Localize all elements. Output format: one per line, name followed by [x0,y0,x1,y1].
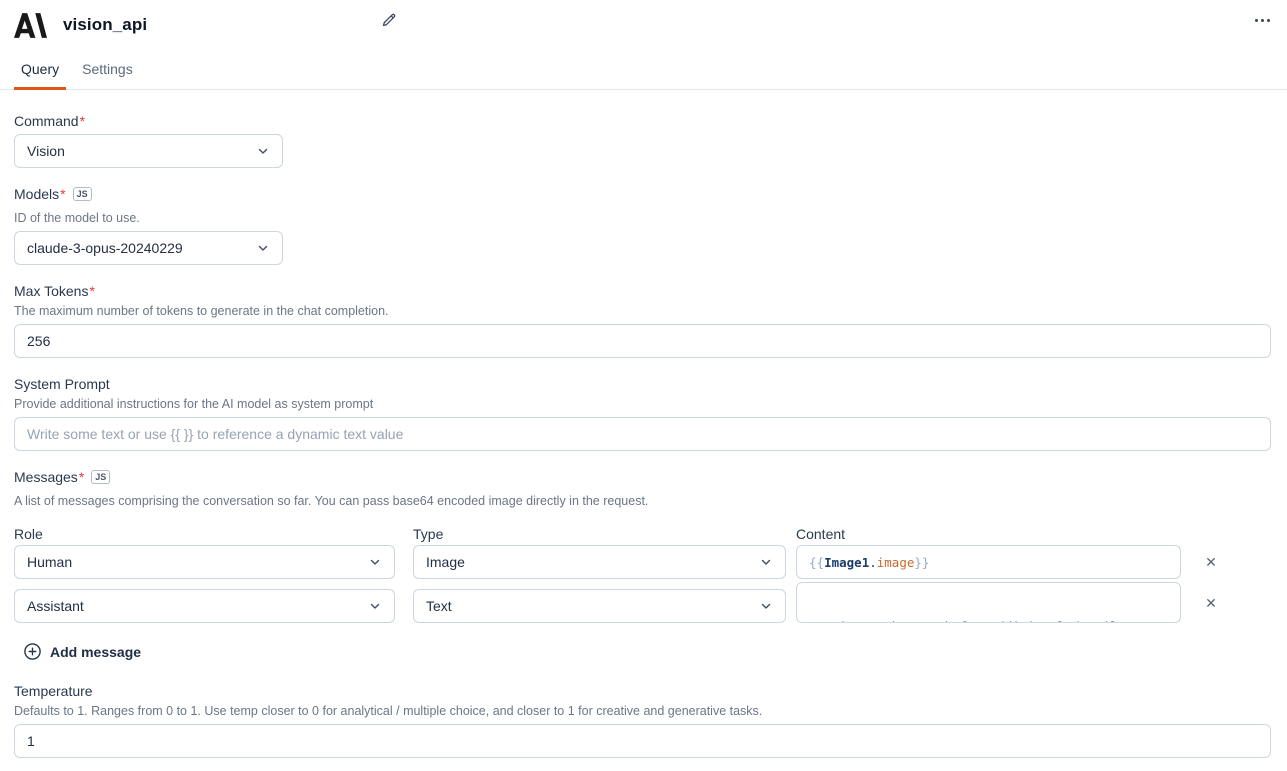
binding-open-brace: {{ [809,555,824,570]
models-label: Models* JS [14,185,1271,203]
message-content-input[interactable]: mentions a bug, ask for additional detai… [796,582,1181,623]
tab-query[interactable]: Query [14,56,66,89]
add-message-button[interactable]: Add message [24,643,141,660]
command-select[interactable]: Vision [14,134,283,168]
edit-title-button[interactable] [379,10,398,29]
page-title: vision_api [63,15,147,35]
message-row: Human Image {{Image1.image}} ✕ [14,545,1271,579]
models-help: ID of the model to use. [14,210,1271,226]
temperature-help: Defaults to 1. Ranges from 0 to 1. Use t… [14,703,1271,719]
chevron-down-icon [368,599,382,613]
messages-column-headers: Role Type Content [14,525,1271,543]
column-header-role: Role [14,525,395,543]
binding-dot: . [869,555,877,570]
chevron-down-icon [256,241,270,255]
chevron-down-icon [368,555,382,569]
system-prompt-input[interactable] [14,417,1271,451]
column-header-content: Content [796,525,1181,543]
message-type-select[interactable]: Image [413,545,786,579]
content-line: mentions a bug, ask for additional detai… [809,617,1168,623]
max-tokens-label: Max Tokens* [14,282,1271,300]
message-role-select[interactable]: Human [14,545,395,579]
remove-message-button[interactable]: ✕ [1203,594,1219,612]
column-header-type: Type [413,525,786,543]
message-role-value: Assistant [27,598,84,614]
binding-property: image [877,555,915,570]
js-toggle-badge[interactable]: JS [73,187,92,201]
command-label: Command* [14,112,1271,130]
remove-message-button[interactable]: ✕ [1203,553,1219,571]
tab-settings[interactable]: Settings [75,56,140,89]
message-type-select[interactable]: Text [413,589,786,623]
models-select-value: claude-3-opus-20240229 [27,240,183,256]
max-tokens-help: The maximum number of tokens to generate… [14,303,1271,319]
app-header: vision_api [0,0,1287,44]
models-select[interactable]: claude-3-opus-20240229 [14,231,283,265]
tab-bar: Query Settings [0,56,1287,90]
chevron-down-icon [759,555,773,569]
required-marker: * [60,185,65,203]
ellipsis-icon [1255,19,1258,22]
anthropic-logo [14,12,47,39]
chevron-down-icon [759,599,773,613]
message-type-value: Image [426,554,465,570]
plus-circle-icon [24,643,41,660]
js-toggle-badge[interactable]: JS [91,470,110,484]
required-marker: * [89,282,94,300]
temperature-label: Temperature [14,682,1271,700]
more-options-button[interactable] [1252,11,1272,29]
message-content-input[interactable]: {{Image1.image}} [796,545,1181,579]
binding-entity: Image1 [824,555,869,570]
message-role-value: Human [27,554,72,570]
command-select-value: Vision [27,143,65,159]
required-marker: * [80,112,85,130]
system-prompt-label: System Prompt [14,375,1271,393]
binding-close-brace: }} [914,555,929,570]
max-tokens-input[interactable] [14,324,1271,358]
add-message-label: Add message [50,644,141,660]
required-marker: * [79,468,84,486]
message-role-select[interactable]: Assistant [14,589,395,623]
message-type-value: Text [426,598,452,614]
system-prompt-help: Provide additional instructions for the … [14,396,1271,412]
message-row: Assistant Text mentions a bug, ask for a… [14,582,1271,623]
messages-label: Messages* JS [14,468,1271,486]
query-form: Command* Vision Models* JS ID of the mod… [0,90,1287,758]
temperature-input[interactable] [14,724,1271,758]
chevron-down-icon [256,144,270,158]
messages-help: A list of messages comprising the conver… [14,493,1271,509]
pencil-icon [381,12,397,28]
